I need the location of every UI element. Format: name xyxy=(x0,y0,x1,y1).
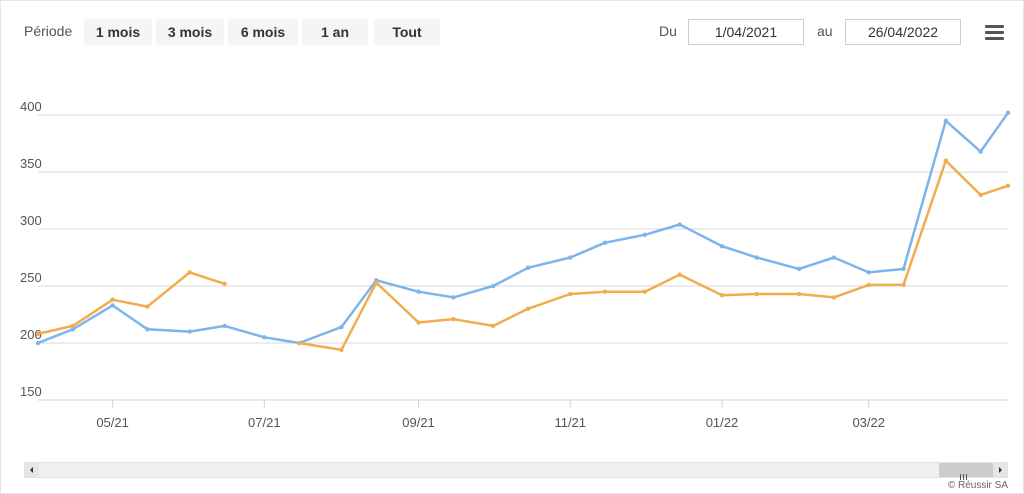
x-tick-label: 07/21 xyxy=(248,415,281,430)
x-tick-label: 05/21 xyxy=(96,415,129,430)
scroll-left-arrow-icon[interactable] xyxy=(25,463,39,477)
credits-text: © Réussir SA xyxy=(947,480,1008,491)
to-date-label: au xyxy=(817,23,833,39)
from-date-input[interactable]: 1/04/2021 xyxy=(688,19,804,45)
to-date-input[interactable]: 26/04/2022 xyxy=(845,19,961,45)
series-2-point xyxy=(943,158,949,163)
x-tick-label: 11/21 xyxy=(554,415,586,430)
series-1-point xyxy=(451,295,456,300)
series-2-point xyxy=(490,323,496,329)
series-2-point xyxy=(145,304,150,309)
series-1-point xyxy=(339,324,344,330)
series-1-point xyxy=(1005,110,1011,116)
series-1-point xyxy=(262,335,267,340)
scroll-right-arrow-icon[interactable] xyxy=(993,463,1007,477)
series-2-point xyxy=(35,331,41,337)
hamburger-menu-icon[interactable] xyxy=(985,25,1004,41)
series-2-point xyxy=(187,270,192,275)
range-selector-toolbar: Période 1 mois 3 mois 6 mois 1 an Tout D… xyxy=(0,16,1024,48)
series-2-point xyxy=(1005,183,1011,188)
x-tick-label: 03/22 xyxy=(852,415,885,430)
series-1-point xyxy=(754,255,759,260)
series-1-point xyxy=(677,222,682,227)
series-2-point xyxy=(374,280,379,285)
period-button-all[interactable]: Tout xyxy=(374,19,440,45)
period-button-1-month[interactable]: 1 mois xyxy=(84,19,152,45)
y-tick-label: 250 xyxy=(20,270,42,285)
y-tick-label: 300 xyxy=(20,213,42,228)
series-1-point xyxy=(525,265,531,271)
series-2-point xyxy=(451,316,456,322)
y-tick-label: 350 xyxy=(20,156,42,171)
series-1-point xyxy=(796,266,802,272)
y-tick-label: 400 xyxy=(20,99,42,114)
line-chart: 15020025030035040005/21 07/21 09/21 11/21 01… xyxy=(20,99,1011,430)
series-2-point xyxy=(602,289,608,294)
series-1-point xyxy=(35,340,41,346)
series-line-1 xyxy=(37,112,1010,345)
series-2-point xyxy=(978,192,983,198)
series-2-point xyxy=(296,340,302,346)
series-2-point xyxy=(339,347,344,353)
series-1-point xyxy=(222,323,227,329)
series-2-point xyxy=(416,320,421,325)
period-button-6-months[interactable]: 6 mois xyxy=(228,19,298,45)
series-2-point xyxy=(677,272,682,277)
series-2-point xyxy=(796,291,802,297)
series-1-point xyxy=(568,255,573,260)
series-1-point xyxy=(602,240,608,245)
series-1-point xyxy=(187,329,192,334)
series-2-point xyxy=(642,289,648,294)
series-1-point xyxy=(145,327,150,332)
series-2-point xyxy=(568,291,573,297)
scroll-thumb[interactable] xyxy=(939,463,995,480)
series-2-point xyxy=(831,295,837,300)
x-tick-label: 09/21 xyxy=(402,415,435,430)
period-label: Période xyxy=(24,23,73,39)
from-date-label: Du xyxy=(659,23,677,39)
series-2-point xyxy=(754,291,759,297)
series-1-point xyxy=(490,283,496,289)
series-1-point xyxy=(642,232,648,237)
series-2-point xyxy=(70,323,76,329)
series-2-point xyxy=(719,292,725,298)
series-1-point xyxy=(866,270,871,275)
series-2-point xyxy=(525,306,531,312)
horizontal-scrollbar[interactable] xyxy=(24,462,1008,480)
series-1-point xyxy=(719,243,725,249)
series-2-point xyxy=(901,282,906,288)
series-line-2 xyxy=(37,159,1009,352)
series-1-point xyxy=(978,149,983,154)
period-button-3-months[interactable]: 3 mois xyxy=(156,19,224,45)
series-2-point xyxy=(110,297,115,302)
period-button-1-year[interactable]: 1 an xyxy=(302,19,368,45)
series-1-point xyxy=(110,303,115,308)
series-1-point xyxy=(943,118,949,123)
y-tick-label: 150 xyxy=(20,384,42,399)
x-tick-label: 01/22 xyxy=(706,415,739,430)
series-1-point xyxy=(901,266,906,272)
series-2-point xyxy=(866,282,871,288)
series-2-point xyxy=(222,281,227,286)
series-1-point xyxy=(831,255,837,260)
series-1-point xyxy=(416,289,421,294)
